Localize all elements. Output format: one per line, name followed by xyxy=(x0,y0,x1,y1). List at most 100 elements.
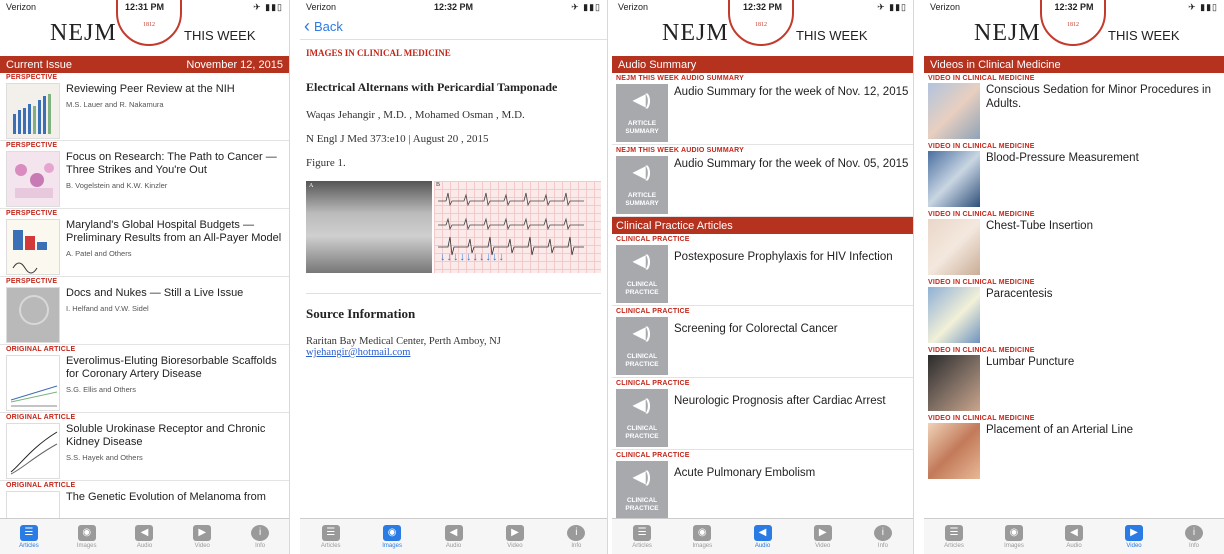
article-title: Soluble Urokinase Receptor and Chronic K… xyxy=(66,423,283,464)
tab-label: Images xyxy=(1004,542,1024,549)
figure-image[interactable]: A B ↓↓↓↓↓↓↓↓↓↓ xyxy=(306,181,601,273)
info-icon: i xyxy=(873,524,892,541)
tab-video[interactable]: ▶ Video xyxy=(484,519,545,554)
article-title-text: Everolimus-Eluting Bioresorbable Scaffol… xyxy=(66,355,277,380)
tab-images[interactable]: ◉ Images xyxy=(361,519,422,554)
tab-info[interactable]: i Info xyxy=(546,519,607,554)
video-kicker: VIDEO IN CLINICAL MEDICINE xyxy=(928,347,1035,354)
article-title-text: Focus on Research: The Path to Cancer — … xyxy=(66,151,277,176)
back-button[interactable]: Back xyxy=(314,19,343,34)
article-row[interactable]: PERSPECTIVE Focus on Research: The Path … xyxy=(0,141,289,209)
tab-label: Audio xyxy=(1066,542,1082,549)
video-thumbnail xyxy=(928,355,980,411)
play-icon: ▶ xyxy=(813,524,832,541)
tab-label: Video xyxy=(194,542,210,549)
video-title: Placement of an Arterial Line xyxy=(986,424,1134,436)
clinical-practice-bar: Clinical Practice Articles xyxy=(612,217,913,234)
video-thumbnail xyxy=(928,83,980,139)
badge-label: ARTICLE SUMMARY xyxy=(625,120,659,135)
article-row[interactable]: ORIGINAL ARTICLE Everolimus-Eluting Bior… xyxy=(0,345,289,413)
tab-label: Audio xyxy=(136,542,153,549)
article-row[interactable]: PERSPECTIVE Maryland's Global Hospital B… xyxy=(0,209,289,277)
badge-label: CLINICAL PRACTICE xyxy=(625,353,659,368)
play-icon: ▶ xyxy=(1125,524,1143,541)
tab-video[interactable]: ▶ Video xyxy=(1104,519,1164,554)
article-row[interactable]: ORIGINAL ARTICLE Soluble Urokinase Recep… xyxy=(0,413,289,481)
brand-header: NEJM 1812 THIS WEEK xyxy=(612,0,913,56)
video-row[interactable]: VIDEO IN CLINICAL MEDICINE Blood-Pressur… xyxy=(924,141,1224,209)
clinical-practice-row[interactable]: CLINICAL PRACTICE ◀) CLINICAL PRACTICE Po… xyxy=(612,234,913,306)
article-row[interactable]: PERSPECTIVE Docs and Nukes — Still a Liv… xyxy=(0,277,289,345)
tab-video[interactable]: ▶ Video xyxy=(793,519,853,554)
info-icon: i xyxy=(567,524,586,541)
video-row[interactable]: VIDEO IN CLINICAL MEDICINE Placement of … xyxy=(924,413,1224,481)
clinical-practice-badge: ◀) CLINICAL PRACTICE xyxy=(616,461,668,519)
tab-bar: ☰ Articles ◉ Images ◀ Audio ▶ Video i Info xyxy=(300,518,607,554)
tab-audio[interactable]: ◀ Audio xyxy=(1044,519,1104,554)
tab-video[interactable]: ▶ Video xyxy=(173,519,231,554)
article-title-text: Maryland's Global Hospital Budgets — Pre… xyxy=(66,219,282,244)
tab-label: Video xyxy=(507,542,523,549)
tab-info[interactable]: i Info xyxy=(231,519,289,554)
speaker-icon: ◀) xyxy=(633,325,651,342)
clinical-practice-row[interactable]: CLINICAL PRACTICE ◀) CLINICAL PRACTICE Sc… xyxy=(612,306,913,378)
video-row[interactable]: VIDEO IN CLINICAL MEDICINE Conscious Sed… xyxy=(924,73,1224,141)
figure-label: Figure 1. xyxy=(306,157,346,169)
carrier-label: Verizon xyxy=(930,2,961,12)
video-row[interactable]: VIDEO IN CLINICAL MEDICINE Lumbar Punctu… xyxy=(924,345,1224,413)
clinical-practice-row[interactable]: CLINICAL PRACTICE ◀) CLINICAL PRACTICE Ac… xyxy=(612,450,913,522)
chart-thumbnail xyxy=(6,219,60,275)
play-icon: ▶ xyxy=(505,524,524,541)
nejm-seal-icon: 1812 xyxy=(728,0,794,46)
tab-articles[interactable]: ☰ Articles xyxy=(300,519,361,554)
article-row[interactable]: PERSPECTIVE Reviewing Peer Review at the… xyxy=(0,73,289,141)
article-row[interactable]: ORIGINAL ARTICLE The Genetic Evolution o… xyxy=(0,481,289,547)
brand-tagline: THIS WEEK xyxy=(796,28,868,43)
tab-label: Info xyxy=(1188,542,1199,549)
tab-images[interactable]: ◉ Images xyxy=(672,519,732,554)
clinical-practice-badge: ◀) CLINICAL PRACTICE xyxy=(616,317,668,375)
image-icon: ◉ xyxy=(1005,524,1023,541)
tab-label: Articles xyxy=(632,542,652,549)
article-type: ORIGINAL ARTICLE xyxy=(6,414,76,421)
list-icon: ☰ xyxy=(945,524,963,541)
tab-info[interactable]: i Info xyxy=(853,519,913,554)
tab-label: Articles xyxy=(320,542,341,549)
article-authors: A. Patel and Others xyxy=(66,249,132,258)
audio-row[interactable]: NEJM THIS WEEK AUDIO SUMMARY ◀) ARTICLE S… xyxy=(612,73,913,145)
clinical-practice-row[interactable]: CLINICAL PRACTICE ◀) CLINICAL PRACTICE Ne… xyxy=(612,378,913,450)
speaker-icon: ◀) xyxy=(633,469,651,486)
video-row[interactable]: VIDEO IN CLINICAL MEDICINE Chest-Tube In… xyxy=(924,209,1224,277)
clock: 12:32 PM xyxy=(433,2,474,12)
clinical-practice-badge: ◀) CLINICAL PRACTICE xyxy=(616,389,668,447)
tab-articles[interactable]: ☰ Articles xyxy=(924,519,984,554)
image-article-body: IMAGES IN CLINICAL MEDICINE Electrical A… xyxy=(300,40,607,366)
tab-audio[interactable]: ◀ Audio xyxy=(732,519,792,554)
article-summary-badge: ◀) ARTICLE SUMMARY xyxy=(616,84,668,142)
video-title: Chest-Tube Insertion xyxy=(986,220,1093,232)
tab-audio[interactable]: ◀ Audio xyxy=(423,519,484,554)
audio-row[interactable]: NEJM THIS WEEK AUDIO SUMMARY ◀) ARTICLE S… xyxy=(612,145,913,217)
chevron-left-icon[interactable]: ‹ xyxy=(304,16,310,37)
brand-header: NEJM 1812 THIS WEEK xyxy=(924,0,1224,56)
brand-tagline: THIS WEEK xyxy=(184,28,256,43)
video-row[interactable]: VIDEO IN CLINICAL MEDICINE Paracentesis xyxy=(924,277,1224,345)
video-kicker: VIDEO IN CLINICAL MEDICINE xyxy=(928,75,1035,82)
tab-articles[interactable]: ☰ Articles xyxy=(612,519,672,554)
screen-videos: Verizon 12:32 PM ✈ ▮▮▯ NEJM 1812 THIS WE… xyxy=(924,0,1224,554)
tab-images[interactable]: ◉ Images xyxy=(984,519,1044,554)
status-bar: Verizon 12:32 PM ✈ ▮▮▯ xyxy=(300,0,607,14)
tab-articles[interactable]: ☰ Articles xyxy=(0,519,58,554)
tab-images[interactable]: ◉ Images xyxy=(58,519,116,554)
email-link[interactable]: wjehangir@hotmail.com xyxy=(306,347,601,358)
article-title: Docs and Nukes — Still a Live Issue I. He… xyxy=(66,287,283,315)
tab-info[interactable]: i Info xyxy=(1164,519,1224,554)
speaker-icon: ◀ xyxy=(753,524,772,541)
battery-icon: ✈ ▮▮▯ xyxy=(1188,1,1218,12)
video-kicker: VIDEO IN CLINICAL MEDICINE xyxy=(928,279,1035,286)
source-heading: Source Information xyxy=(306,306,416,321)
play-icon: ▶ xyxy=(193,524,212,541)
tab-label: Info xyxy=(571,542,582,549)
tab-audio[interactable]: ◀ Audio xyxy=(116,519,174,554)
video-thumbnail xyxy=(928,423,980,479)
